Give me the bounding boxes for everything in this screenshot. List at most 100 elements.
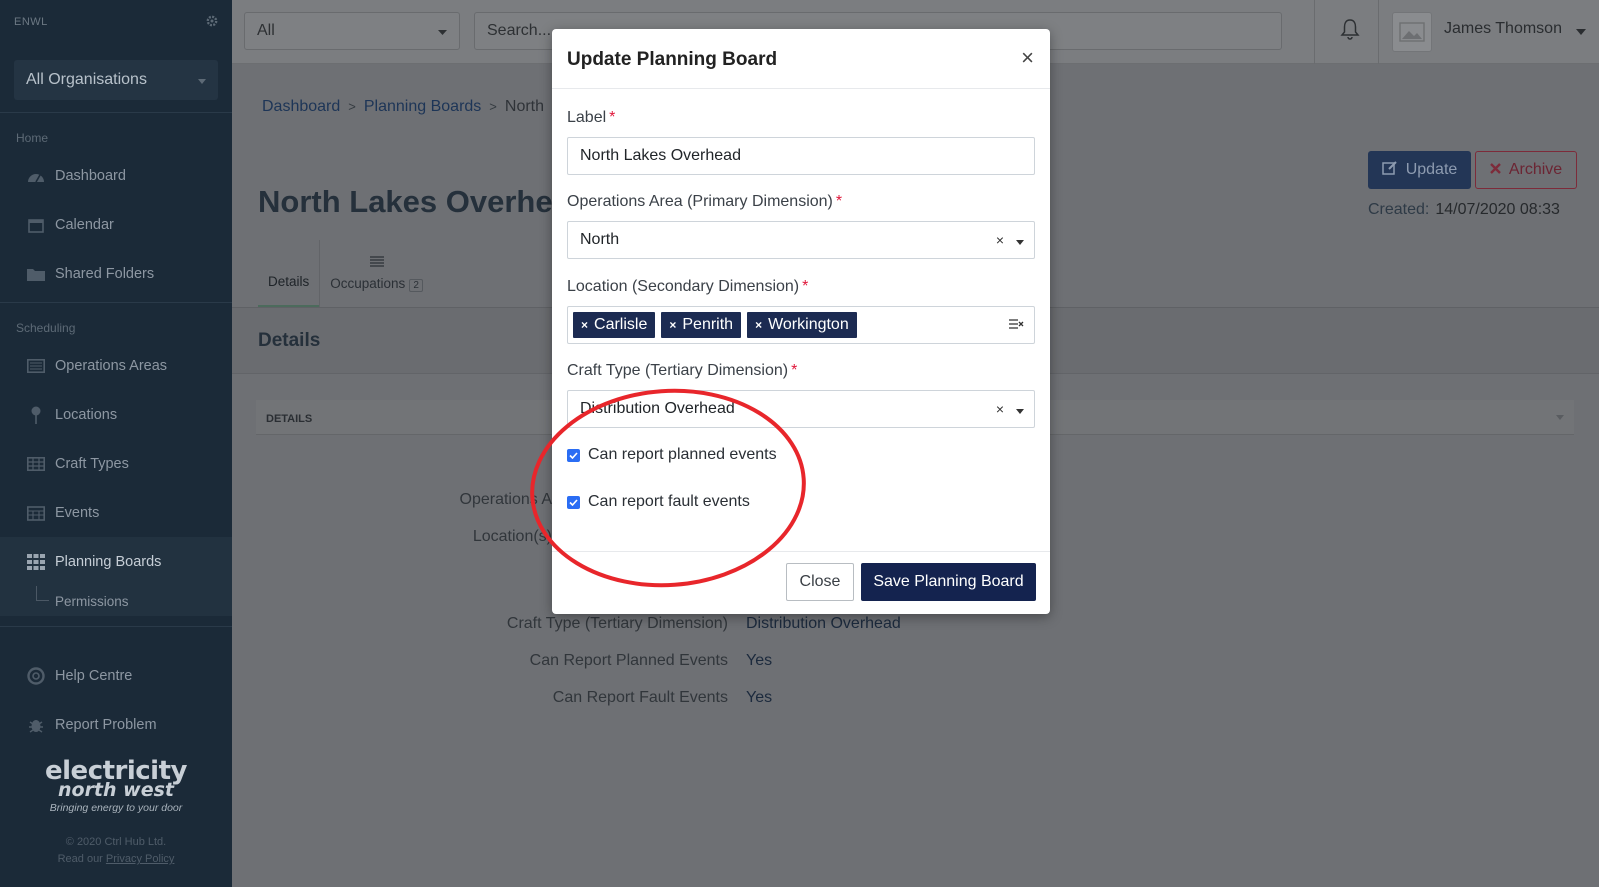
copyright-text: © 2020 Ctrl Hub Ltd. xyxy=(65,836,167,848)
sidebar-item-shared-folders[interactable]: Shared Folders xyxy=(0,249,232,298)
sidebar-footer: electricity north west Bringing energy t… xyxy=(0,742,232,887)
brand-label: ENWL xyxy=(14,16,48,28)
update-button-label: Update xyxy=(1405,161,1458,178)
sidebar-item-calendar[interactable]: Calendar xyxy=(0,200,232,249)
archive-button-label: Archive xyxy=(1508,161,1563,178)
tab-occupations[interactable]: Occupations 2 xyxy=(319,240,433,308)
archive-button[interactable]: Archive xyxy=(1475,151,1577,189)
sidebar-item-label: Events xyxy=(55,504,100,521)
caret-down-icon[interactable] xyxy=(1016,401,1024,417)
close-button[interactable]: Close xyxy=(786,563,854,601)
label-field-label: Label * xyxy=(567,109,616,126)
tab-details[interactable]: Details xyxy=(258,240,320,308)
breadcrumb-dashboard[interactable]: Dashboard xyxy=(262,98,340,115)
fault-events-checkbox[interactable] xyxy=(567,495,580,509)
organisation-selector[interactable]: All Organisations xyxy=(14,60,218,100)
created-label: Created: xyxy=(1368,201,1430,218)
detail-fault-value: Yes xyxy=(746,689,773,706)
copyright-block: © 2020 Ctrl Hub Ltd. Read our Privacy Po… xyxy=(0,834,232,868)
map-icon xyxy=(26,357,46,375)
planned-events-checkbox[interactable] xyxy=(567,448,580,462)
sidebar-item-dashboard[interactable]: Dashboard xyxy=(0,151,232,200)
calendar-grid-icon xyxy=(26,504,46,522)
operations-area-value: North xyxy=(580,231,620,248)
enwl-logo: electricity north west Bringing energy t… xyxy=(0,758,232,814)
sidebar-header: ENWL xyxy=(0,0,232,44)
breadcrumb: Dashboard > Planning Boards > North xyxy=(262,98,545,115)
caret-down-icon xyxy=(438,22,447,40)
sidebar-item-label: Craft Types xyxy=(55,455,129,472)
occupations-count-badge: 2 xyxy=(409,279,423,292)
topbar-divider xyxy=(1378,0,1379,64)
sidebar-item-label: Planning Boards xyxy=(55,553,162,570)
sidebar-item-label: Operations Areas xyxy=(55,357,168,374)
filter-select[interactable]: All xyxy=(244,12,460,50)
sidebar-item-label: Locations xyxy=(55,406,118,423)
fault-events-checkbox-row[interactable]: Can report fault events xyxy=(567,493,750,511)
close-x-icon xyxy=(1489,161,1501,179)
craft-type-select[interactable]: Distribution Overhead × xyxy=(567,390,1035,428)
sidebar-item-operations-areas[interactable]: Operations Areas xyxy=(0,341,232,390)
bug-icon xyxy=(26,716,46,734)
planned-events-label: Can report planned events xyxy=(588,446,777,463)
operations-area-select[interactable]: North × xyxy=(567,221,1035,259)
remove-tag-icon[interactable]: × xyxy=(581,318,588,332)
pin-icon xyxy=(26,406,46,424)
detail-planned-value: Yes xyxy=(746,652,773,669)
breadcrumb-planning-boards[interactable]: Planning Boards xyxy=(364,98,481,115)
user-name[interactable]: James Thomson xyxy=(1444,20,1562,38)
sidebar-item-events[interactable]: Events xyxy=(0,488,232,537)
caret-down-icon[interactable] xyxy=(1016,232,1024,248)
label-input-value: North Lakes Overhead xyxy=(580,147,741,164)
user-menu-caret-icon[interactable] xyxy=(1576,22,1586,40)
sidebar-item-planning-boards[interactable]: Planning Boards xyxy=(0,537,232,586)
remove-tag-icon[interactable]: × xyxy=(755,318,762,332)
privacy-policy-link[interactable]: Privacy Policy xyxy=(106,853,174,865)
table-icon xyxy=(26,455,46,473)
settings-gear-icon[interactable] xyxy=(206,15,218,30)
planned-events-checkbox-row[interactable]: Can report planned events xyxy=(567,446,777,464)
label-input[interactable]: North Lakes Overhead xyxy=(567,137,1035,175)
location-tag-carlisle[interactable]: × Carlisle xyxy=(573,312,656,338)
sidebar-item-label: Shared Folders xyxy=(55,265,155,282)
tab-label: Details xyxy=(268,274,310,289)
calendar-icon xyxy=(26,216,46,234)
sidebar-item-help-centre[interactable]: Help Centre xyxy=(0,651,232,700)
sidebar-item-craft-types[interactable]: Craft Types xyxy=(0,439,232,488)
update-button[interactable]: Update xyxy=(1368,151,1471,189)
avatar[interactable] xyxy=(1392,12,1432,52)
organisation-selector-value: All Organisations xyxy=(26,71,147,88)
operations-area-label: Operations Area (Primary Dimension) * xyxy=(567,193,843,210)
clear-selection-icon[interactable]: × xyxy=(996,232,1004,248)
topbar-divider xyxy=(1314,0,1315,64)
remove-tag-icon[interactable]: × xyxy=(669,318,676,332)
modal-header: Update Planning Board × xyxy=(552,29,1050,89)
notifications-bell-icon[interactable] xyxy=(1340,18,1360,45)
location-tag-penrith[interactable]: × Penrith xyxy=(661,312,742,338)
modal-title: Update Planning Board xyxy=(567,49,778,70)
save-planning-board-button[interactable]: Save Planning Board xyxy=(861,563,1036,601)
sidebar-item-locations[interactable]: Locations xyxy=(0,390,232,439)
created-info: Created: 14/07/2020 08:33 xyxy=(1368,201,1560,219)
sidebar: ENWL All Organisations Home Dashboard Ca… xyxy=(0,0,232,887)
sidebar-item-label: Dashboard xyxy=(55,167,126,184)
sidebar-subitem-permissions[interactable]: Permissions xyxy=(0,586,232,616)
detail-craft-type-value: Distribution Overhead xyxy=(746,615,901,632)
location-multiselect[interactable]: × Carlisle × Penrith × Workington xyxy=(567,306,1035,344)
filter-select-value: All xyxy=(257,22,275,39)
sidebar-item-label: Report Problem xyxy=(55,716,157,733)
location-tag-workington[interactable]: × Workington xyxy=(747,312,857,338)
privacy-prefix: Read our xyxy=(57,853,103,865)
clear-selection-icon[interactable]: × xyxy=(996,401,1004,417)
sidebar-item-label: Calendar xyxy=(55,216,114,233)
tab-label: Occupations xyxy=(330,276,406,291)
modal-close-icon[interactable]: × xyxy=(1021,47,1034,69)
tabs: Details Occupations 2 xyxy=(258,240,433,308)
list-icon xyxy=(369,255,384,270)
breadcrumb-current: North xyxy=(504,98,545,115)
chevron-down-icon xyxy=(1556,411,1564,423)
sidebar-section-home: Home xyxy=(16,131,49,145)
craft-type-value: Distribution Overhead xyxy=(580,400,735,417)
fault-events-label: Can report fault events xyxy=(588,493,750,510)
clear-all-icon[interactable] xyxy=(1009,319,1024,329)
